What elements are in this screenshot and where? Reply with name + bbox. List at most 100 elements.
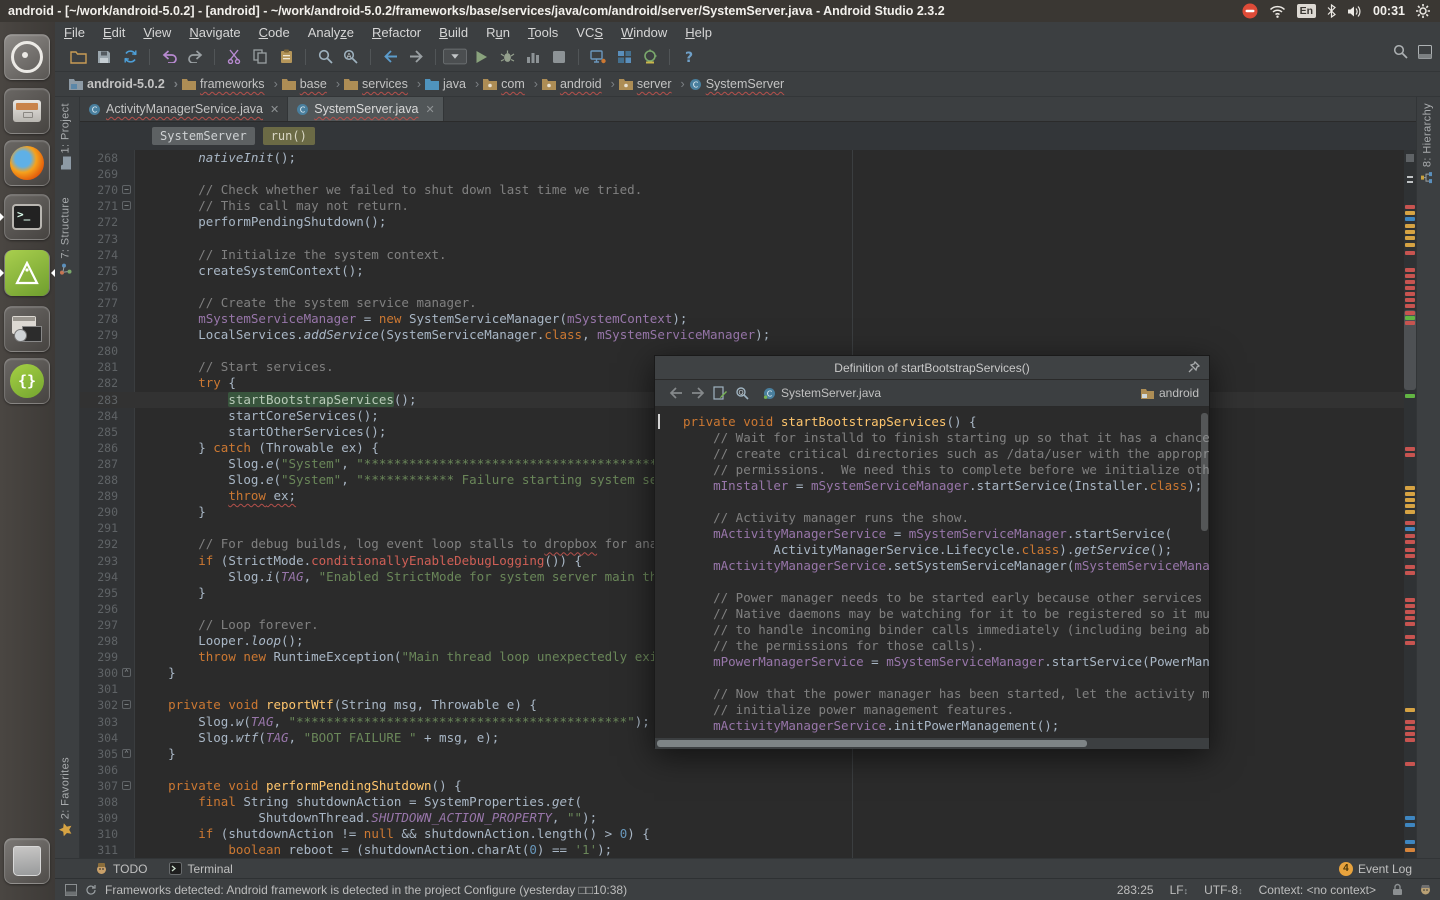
breadcrumb-services[interactable]: services› (344, 77, 421, 91)
breadcrumb-base[interactable]: base› (282, 77, 340, 91)
fold-marker[interactable]: − (122, 700, 131, 709)
analysis-status-indicator[interactable] (1406, 154, 1414, 162)
stripe-mark[interactable] (1405, 527, 1415, 531)
stripe-mark[interactable] (1405, 492, 1415, 496)
stripe-mark[interactable] (1405, 510, 1415, 514)
lock-icon[interactable] (1392, 883, 1403, 896)
line-number[interactable]: 276 (80, 279, 118, 295)
undo-icon[interactable] (157, 46, 181, 68)
launcher-terminal[interactable]: >_ (4, 194, 50, 240)
line-number[interactable]: 279 (80, 327, 118, 343)
code-line-277[interactable]: 277 // Create the system service manager… (80, 295, 1404, 311)
line-number[interactable]: 272 (80, 214, 118, 230)
line-number[interactable]: 298 (80, 633, 118, 649)
tool-button-project[interactable]: 1: Project (59, 103, 72, 168)
breadcrumb-server[interactable]: server› (619, 77, 685, 91)
status-message[interactable]: Frameworks detected: Android framework i… (105, 883, 627, 897)
run-configuration-dropdown[interactable] (443, 46, 467, 68)
menu-code[interactable]: Code (250, 25, 299, 40)
line-number[interactable]: 284 (80, 408, 118, 424)
line-number[interactable]: 311 (80, 842, 118, 858)
menu-view[interactable]: View (134, 25, 180, 40)
code-line-307[interactable]: 307− private void performPendingShutdown… (80, 778, 1404, 794)
clock[interactable]: 00:31 (1373, 4, 1405, 18)
line-number[interactable]: 299 (80, 649, 118, 665)
line-number[interactable]: 302 (80, 697, 118, 713)
stripe-mark[interactable] (1405, 604, 1415, 608)
code-line-310[interactable]: 310 if (shutdownAction != null && shutdo… (80, 826, 1404, 842)
breadcrumb-systemserver[interactable]: CSystemServer (689, 77, 785, 91)
stripe-mark[interactable] (1405, 565, 1415, 569)
fold-marker[interactable]: ⌃ (122, 668, 131, 677)
line-number[interactable]: 287 (80, 456, 118, 472)
stop-button[interactable] (547, 46, 571, 68)
fold-marker[interactable]: ⌃ (122, 749, 131, 758)
debug-button[interactable] (495, 46, 519, 68)
tool-button-favorites[interactable]: 2: Favorites (59, 757, 72, 836)
session-indicator-icon[interactable] (1242, 3, 1258, 19)
code-line-274[interactable]: 274 // Initialize the system context. (80, 247, 1404, 263)
stripe-mark[interactable] (1405, 726, 1415, 730)
line-number[interactable]: 277 (80, 295, 118, 311)
launcher-files[interactable] (4, 88, 50, 134)
stripe-mark[interactable] (1405, 540, 1415, 544)
wifi-icon[interactable] (1269, 5, 1286, 18)
breadcrumb-com[interactable]: com› (483, 77, 538, 91)
line-number[interactable]: 303 (80, 714, 118, 730)
stripe-mark[interactable] (1405, 274, 1415, 278)
synchronize-icon[interactable] (118, 46, 142, 68)
stripe-mark[interactable] (1405, 571, 1415, 575)
menu-window[interactable]: Window (612, 25, 676, 40)
line-number[interactable]: 305 (80, 746, 118, 762)
line-number[interactable]: 280 (80, 343, 118, 359)
stripe-mark[interactable] (1405, 622, 1415, 626)
stripe-mark[interactable] (1405, 224, 1415, 228)
redo-icon[interactable] (183, 46, 207, 68)
context-widget[interactable]: Context: <no context> (1259, 883, 1376, 897)
menu-help[interactable]: Help (676, 25, 721, 40)
code-line-273[interactable]: 273 (80, 231, 1404, 247)
code-line-269[interactable]: 269 (80, 166, 1404, 182)
line-number[interactable]: 300 (80, 665, 118, 681)
line-number[interactable]: 274 (80, 247, 118, 263)
breadcrumb-chip-run[interactable]: run() (263, 127, 315, 145)
breadcrumb-android-5.0.2[interactable]: android-5.0.2› (69, 77, 178, 91)
code-line-311[interactable]: 311 boolean reboot = (shutdownAction.cha… (80, 842, 1404, 858)
bluetooth-icon[interactable] (1327, 4, 1336, 18)
line-number[interactable]: 309 (80, 810, 118, 826)
line-number[interactable]: 295 (80, 585, 118, 601)
error-stripe[interactable] (1404, 150, 1416, 858)
line-separator-widget[interactable]: LF↕ (1170, 883, 1189, 897)
menu-navigate[interactable]: Navigate (180, 25, 249, 40)
line-number[interactable]: 288 (80, 472, 118, 488)
stripe-mark[interactable] (1405, 635, 1415, 639)
menu-build[interactable]: Build (430, 25, 477, 40)
code-line-271[interactable]: 271− // This call may not return. (80, 198, 1404, 214)
coverage-button[interactable] (521, 46, 545, 68)
event-log-button[interactable]: 4 Event Log (1339, 862, 1412, 876)
breadcrumb-java[interactable]: java› (425, 77, 479, 91)
line-number[interactable]: 294 (80, 569, 118, 585)
popup-hscroll-thumb[interactable] (657, 740, 1087, 747)
stripe-mark[interactable] (1405, 816, 1415, 820)
inspector-icon[interactable] (1419, 883, 1432, 896)
stripe-mark[interactable] (1405, 453, 1415, 457)
line-number[interactable]: 290 (80, 504, 118, 520)
toolwindow-grid-icon[interactable] (65, 884, 77, 896)
code-line-272[interactable]: 272 performPendingShutdown(); (80, 214, 1404, 230)
line-number[interactable]: 306 (80, 762, 118, 778)
code-line-309[interactable]: 309 ShutdownThread.SHUTDOWN_ACTION_PROPE… (80, 810, 1404, 826)
stripe-mark[interactable] (1405, 251, 1415, 255)
popup-code[interactable]: private void startBootstrapServices() { … (655, 407, 1209, 738)
layout-icon[interactable] (612, 46, 636, 68)
gear-icon[interactable] (1416, 4, 1430, 18)
cut-icon[interactable] (222, 46, 246, 68)
tab-activitymanagerservice-java[interactable]: CActivityManagerService.java✕ (80, 97, 288, 121)
stripe-mark[interactable] (1405, 447, 1415, 451)
stripe-mark[interactable] (1405, 236, 1415, 240)
stripe-mark[interactable] (1405, 205, 1415, 209)
line-number[interactable]: 308 (80, 794, 118, 810)
close-icon[interactable]: ✕ (425, 103, 434, 116)
code-line-268[interactable]: 268 nativeInit(); (80, 150, 1404, 166)
navigate-forward-icon[interactable] (404, 46, 428, 68)
